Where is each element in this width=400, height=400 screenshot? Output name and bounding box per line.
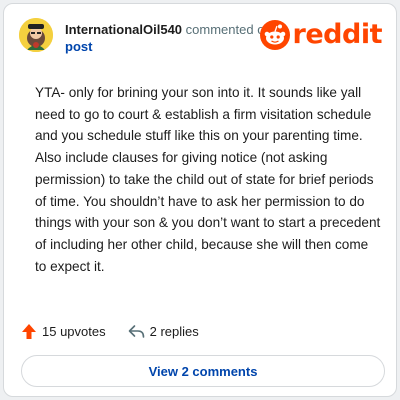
user-avatar[interactable] <box>19 18 53 52</box>
post-link[interactable]: post <box>65 39 92 54</box>
comment-body: YTA- only for brining your son into it. … <box>35 85 381 274</box>
comment-card: InternationalOil540 commented on post re… <box>3 3 397 397</box>
reply-arrow-icon <box>128 324 144 338</box>
arrow-up-icon <box>22 323 36 339</box>
reddit-wordmark: reddit <box>292 19 383 50</box>
username-link[interactable]: InternationalOil540 <box>65 22 182 37</box>
replies-count: 2 replies <box>149 323 199 339</box>
upvote-button[interactable]: 15 upvotes <box>21 323 106 340</box>
comment-header: InternationalOil540 commented on post <box>65 21 275 55</box>
reddit-logo[interactable]: reddit <box>259 19 383 50</box>
comment-actions: 15 upvotes 2 replies <box>21 321 199 341</box>
reddit-alien-icon <box>259 20 290 50</box>
replies-button[interactable]: 2 replies <box>128 324 199 339</box>
view-comments-button[interactable]: View 2 comments <box>21 355 385 387</box>
upvotes-count: 15 upvotes <box>42 323 106 339</box>
